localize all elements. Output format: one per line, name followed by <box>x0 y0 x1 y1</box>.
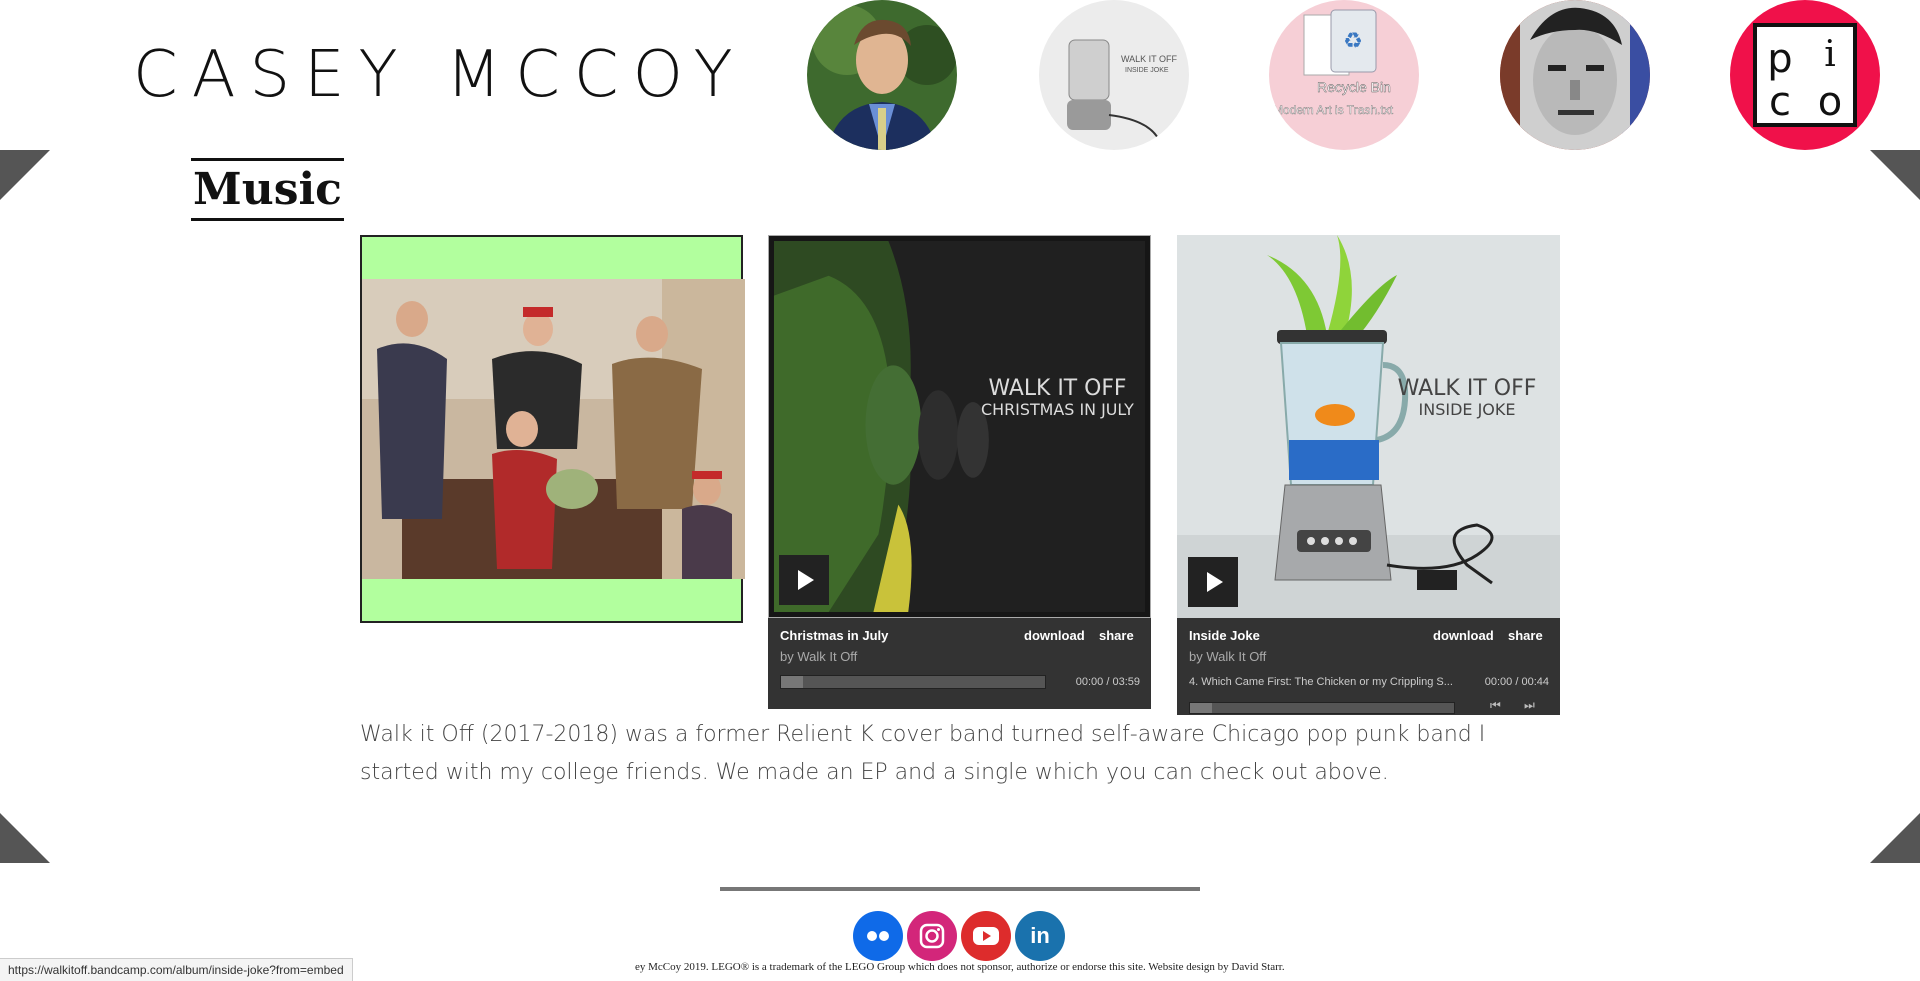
inside-joke-current-track[interactable]: 4. Which Came First: The Chicken or my C… <box>1189 676 1453 688</box>
youtube-icon[interactable] <box>961 911 1011 961</box>
corner-arrow-bottom-right[interactable] <box>1870 813 1920 863</box>
inside-joke-artist[interactable]: by Walk It Off <box>1189 649 1266 664</box>
site-title[interactable]: CASEY MCCOY <box>133 38 747 112</box>
inside-joke-next-track-icon[interactable]: ⏭ <box>1524 698 1535 713</box>
footer-divider <box>720 887 1200 891</box>
album-card-christmas-in-july: WALK IT OFF CHRISTMAS IN JULY Christmas … <box>768 235 1151 709</box>
christmas-share-link[interactable]: share <box>1099 628 1134 643</box>
recycle-bin-thumbnail: ♻ Recycle Bin Modern Art is Trash.txt <box>1269 0 1419 150</box>
inside-joke-progress-thumb[interactable] <box>1190 703 1212 713</box>
nav-portrait[interactable] <box>807 0 957 150</box>
corner-arrow-bottom-left[interactable] <box>0 813 50 863</box>
christmas-download-link[interactable]: download <box>1024 628 1085 643</box>
inside-joke-time: 00:00 / 00:44 <box>1484 676 1549 688</box>
page-heading: Music <box>191 158 344 221</box>
inside-joke-download-link[interactable]: download <box>1433 628 1494 643</box>
inside-joke-player-bar: Inside Joke by Walk It Off download shar… <box>1177 618 1560 715</box>
svg-text:♻: ♻ <box>1343 29 1363 54</box>
inside-joke-art-subtitle: INSIDE JOKE <box>1419 400 1516 419</box>
pico-letter-i: i <box>1824 34 1836 75</box>
pico-letter-p: p <box>1767 36 1792 82</box>
nav-recycle-bin[interactable]: ♻ Recycle Bin Modern Art is Trash.txt <box>1269 0 1419 150</box>
christmas-art-subtitle: CHRISTMAS IN JULY <box>981 400 1134 419</box>
instagram-icon[interactable] <box>907 911 957 961</box>
blender-thumbnail: WALK IT OFF INSIDE JOKE <box>1039 0 1189 150</box>
blender-thumb-subtitle: INSIDE JOKE <box>1125 67 1169 74</box>
linkedin-icon[interactable]: in <box>1015 911 1065 961</box>
band-description: Walk it Off (2017-2018) was a former Rel… <box>360 722 1486 785</box>
copyright-notice: ey McCoy 2019. LEGO® is a trademark of t… <box>635 961 1285 973</box>
linkedin-icon-label: in <box>1030 923 1050 948</box>
christmas-play-button[interactable] <box>779 555 829 605</box>
inside-joke-track-title[interactable]: Inside Joke <box>1189 628 1260 643</box>
corner-arrow-top-left[interactable] <box>0 150 50 200</box>
pico-letter-c: c <box>1769 79 1791 125</box>
nav-pixel-portrait[interactable] <box>1500 0 1650 150</box>
christmas-progress-thumb[interactable] <box>781 676 803 688</box>
christmas-player-bar: Christmas in July by Walk It Off downloa… <box>768 618 1151 709</box>
recycle-bin-sublabel: Modern Art is Trash.txt <box>1273 103 1394 117</box>
inside-joke-play-button[interactable] <box>1188 557 1238 607</box>
christmas-artist[interactable]: by Walk It Off <box>780 649 857 664</box>
blender-thumb-title: WALK IT OFF <box>1121 54 1178 64</box>
inside-joke-art-title: WALK IT OFF <box>1398 376 1537 401</box>
pixel-portrait-thumbnail <box>1500 0 1650 150</box>
pico-letter-o: o <box>1818 79 1842 125</box>
christmas-progress-bar[interactable] <box>780 675 1046 689</box>
christmas-art-title: WALK IT OFF <box>988 376 1126 401</box>
album-card-band-photo <box>360 235 745 623</box>
christmas-track-title[interactable]: Christmas in July <box>780 628 888 643</box>
portrait-image <box>807 0 957 150</box>
christmas-time: 00:00 / 03:59 <box>1075 676 1140 688</box>
nav-pico[interactable]: p i c o <box>1730 0 1880 150</box>
recycle-bin-label: Recycle Bin <box>1317 79 1391 95</box>
album-card-inside-joke: WALK IT OFF INSIDE JOKE Inside Joke by W… <box>1177 235 1560 715</box>
band-photo-image[interactable] <box>362 279 745 579</box>
pico-logo: p i c o <box>1730 0 1880 150</box>
nav-walk-it-off-inside-joke[interactable]: WALK IT OFF INSIDE JOKE <box>1039 0 1189 150</box>
browser-status-url: https://walkitoff.bandcamp.com/album/ins… <box>0 958 353 981</box>
corner-arrow-top-right[interactable] <box>1870 150 1920 200</box>
inside-joke-prev-track-icon[interactable]: ⏮ <box>1490 698 1501 713</box>
inside-joke-share-link[interactable]: share <box>1508 628 1543 643</box>
flickr-icon[interactable] <box>853 911 903 961</box>
inside-joke-progress-bar[interactable] <box>1189 702 1455 714</box>
